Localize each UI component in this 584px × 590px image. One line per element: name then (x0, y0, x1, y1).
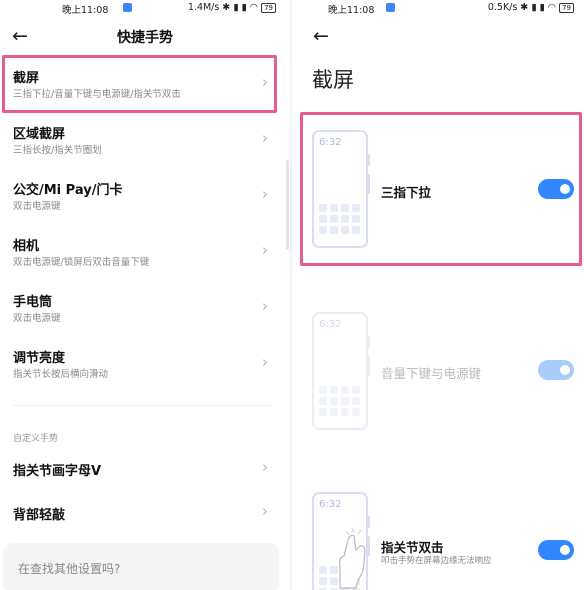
list-item-area-screenshot[interactable]: 区域截屏 三指长按/指关节圈划 › (0, 112, 288, 168)
option-subtitle: 叩击手势在屏幕边缘无法响应 (381, 556, 492, 566)
divider (13, 405, 271, 406)
signal-icon-2: ▮ (539, 2, 545, 13)
list-item-subtitle: 指关节长按后横向滑动 (13, 369, 109, 380)
status-bar: 晚上11:08 0.5K/s ✱ ▮ ▮ ◠ 79 (292, 0, 584, 16)
phone-button (367, 356, 370, 376)
scrollbar[interactable] (286, 160, 289, 250)
volume-power-toggle[interactable] (538, 360, 574, 380)
status-time: 晚上11:08 (62, 5, 109, 16)
list-item-flashlight[interactable]: 手电筒 双击电源键 › (0, 280, 288, 336)
list-item-knuckle-v[interactable]: 指关节画字母V › (0, 448, 288, 492)
battery-icon: 79 (261, 2, 276, 13)
app-grid (319, 386, 363, 416)
phone-time: 6:32 (319, 499, 342, 510)
list-item-subtitle: 双击电源键 (13, 201, 61, 212)
list-item-title: 公交/Mi Pay/门卡 (13, 183, 123, 198)
bluetooth-icon: ✱ (520, 2, 529, 13)
status-bar: 晚上11:08 1.4M/s ✱ ▮ ▮ ◠ 79 (0, 0, 290, 16)
signal-icon-2: ▮ (241, 2, 247, 13)
search-suggestion-box[interactable]: 在查找其他设置吗? (3, 543, 279, 590)
network-speed: 1.4M/s (187, 2, 220, 13)
option-label: 音量下键与电源键 (381, 366, 482, 381)
list-item-back-tap[interactable]: 背部轻敲 › (0, 492, 288, 536)
list-item-title: 调节亮度 (13, 351, 66, 366)
page-title: 截屏 (312, 68, 354, 92)
phone-time: 6:32 (319, 319, 342, 330)
screenshot-settings-panel: 晚上11:08 0.5K/s ✱ ▮ ▮ ◠ 79 ← 截屏 6:32 三指下拉… (292, 0, 584, 590)
knuckle-double-tap-toggle[interactable] (538, 540, 574, 560)
search-suggestion-text: 在查找其他设置吗? (18, 562, 121, 576)
app-notification-icon (123, 3, 132, 12)
phone-illustration: 6:32 (312, 312, 370, 430)
list-item-subtitle: 双击电源键 (13, 313, 61, 324)
settings-gestures-panel: 晚上11:08 1.4M/s ✱ ▮ ▮ ◠ 79 ← 快捷手势 截屏 三指下拉… (0, 0, 290, 590)
list-item-subtitle: 三指长按/指关节圈划 (13, 145, 102, 156)
list-item-camera[interactable]: 相机 双击电源键/锁屏后双击音量下键 › (0, 224, 288, 280)
chevron-right-icon: › (262, 129, 268, 147)
status-time: 晚上11:08 (328, 5, 375, 16)
wifi-icon: ◠ (547, 2, 557, 13)
list-item-mipay[interactable]: 公交/Mi Pay/门卡 双击电源键 › (0, 168, 288, 224)
wifi-icon: ◠ (249, 2, 259, 13)
page-title: 快捷手势 (117, 30, 173, 46)
chevron-right-icon: › (262, 297, 268, 315)
chevron-right-icon: › (262, 502, 268, 520)
chevron-right-icon: › (262, 458, 268, 476)
phone-button (367, 336, 370, 348)
section-label-custom: 自定义手势 (13, 434, 59, 444)
list-item-brightness[interactable]: 调节亮度 指关节长按后横向滑动 › (0, 336, 288, 392)
bluetooth-icon: ✱ (222, 2, 231, 13)
chevron-right-icon: › (262, 241, 268, 259)
signal-icon: ▮ (233, 2, 239, 13)
list-item-title: 背部轻敲 (13, 508, 66, 523)
phone-button (367, 516, 370, 528)
hand-gesture-icon (338, 528, 366, 589)
list-item-title: 区域截屏 (13, 127, 66, 142)
signal-icon: ▮ (531, 2, 537, 13)
chevron-right-icon: › (262, 353, 268, 371)
list-item-title: 指关节画字母V (13, 464, 102, 479)
list-item-title: 相机 (13, 239, 40, 254)
app-notification-icon (386, 3, 395, 12)
back-arrow-icon[interactable]: ← (313, 27, 329, 46)
highlight-frame (300, 112, 582, 266)
chevron-right-icon: › (262, 185, 268, 203)
network-speed: 0.5K/s (487, 2, 518, 13)
list-item-title: 手电筒 (13, 295, 53, 310)
list-item-subtitle: 双击电源键/锁屏后双击音量下键 (13, 257, 150, 268)
highlight-frame (2, 55, 277, 113)
battery-icon: 79 (559, 2, 574, 13)
